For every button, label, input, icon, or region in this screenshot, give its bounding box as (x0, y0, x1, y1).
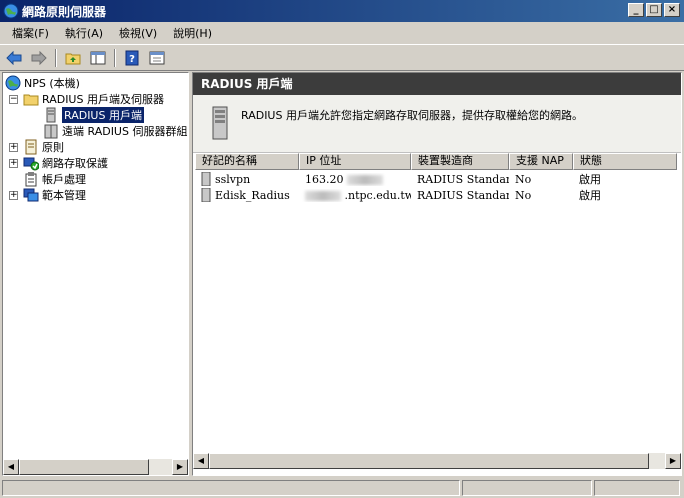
redacted-mark (347, 174, 383, 185)
tree-item-policies[interactable]: 原則 (23, 139, 64, 155)
status-panel-main (2, 480, 460, 496)
scroll-left-arrow-icon[interactable]: ◀ (3, 459, 19, 475)
tree-label: 範本管理 (42, 189, 86, 202)
template-management-icon (23, 188, 39, 202)
client-status: 啟用 (579, 173, 601, 186)
up-folder-icon (65, 53, 81, 64)
back-button[interactable] (3, 48, 25, 68)
tree-item-remote-radius-groups[interactable]: 遠端 RADIUS 伺服器群組 (43, 123, 187, 139)
tree-label: 帳戶處理 (42, 173, 86, 186)
tree-item-network-access-protection[interactable]: 網路存取保護 (23, 155, 108, 171)
properties-button[interactable] (146, 48, 168, 68)
tree-label: 遠端 RADIUS 伺服器群組 (62, 125, 188, 138)
server-icon (46, 107, 56, 123)
tree-item-accounting[interactable]: 帳戶處理 (23, 171, 86, 187)
maximize-button[interactable]: □ (646, 3, 662, 17)
tree-label: 網路存取保護 (42, 157, 108, 170)
status-bar (0, 478, 684, 498)
column-header-ip[interactable]: IP 位址 (299, 153, 411, 170)
policy-document-icon (25, 139, 37, 155)
nps-globe-icon (3, 3, 19, 19)
tree-label: 原則 (42, 141, 64, 154)
up-level-button[interactable] (62, 48, 84, 68)
menu-view[interactable]: 檢視(V) (111, 25, 165, 41)
tree-item-radius-clients[interactable]: RADIUS 用戶端 (43, 107, 144, 123)
help-button[interactable]: ? (121, 48, 143, 68)
menu-bar: 檔案(F) 執行(A) 檢視(V) 說明(H) (0, 22, 684, 44)
accounting-icon (25, 172, 37, 187)
window-title: 網路原則伺服器 (22, 4, 107, 19)
expand-toggle[interactable]: + (9, 143, 18, 152)
scroll-right-arrow-icon[interactable]: ▶ (172, 459, 188, 475)
folder-icon (23, 94, 39, 106)
tree-label: RADIUS 用戶端及伺服器 (42, 93, 164, 106)
results-pane: RADIUS 用戶端 RADIUS 用戶端允許您指定網路存取伺服器，提供存取權給… (192, 72, 682, 476)
title-bar: 網路原則伺服器 _ □ × (0, 0, 684, 22)
redacted-mark (305, 190, 341, 201)
svg-text:?: ? (129, 54, 135, 65)
column-header-nap[interactable]: 支援 NAP (509, 153, 573, 170)
server-icon (201, 172, 211, 186)
toolbar-separator (55, 48, 57, 67)
status-panel-tertiary (594, 480, 680, 496)
console-tree: NPS (本機) − RADIUS 用戶端及伺服器 RADIUS 用戶端 遠端 … (2, 72, 189, 476)
table-row[interactable]: Edisk_Radius .ntpc.edu.tw RADIUS Standar… (195, 187, 677, 203)
tree-item-templates[interactable]: 範本管理 (23, 187, 86, 203)
description-area: RADIUS 用戶端允許您指定網路存取伺服器，提供存取權給您的網路。 (193, 95, 681, 153)
back-arrow-icon (6, 50, 22, 65)
tree-label: NPS (本機) (24, 77, 80, 90)
client-nap: No (515, 188, 532, 202)
nps-globe-icon (5, 75, 21, 91)
scrollbar-thumb[interactable] (209, 453, 649, 469)
menu-file[interactable]: 檔案(F) (4, 25, 57, 41)
properties-icon (149, 51, 165, 64)
client-name: sslvpn (215, 172, 251, 186)
help-icon: ? (125, 50, 139, 65)
collapse-toggle[interactable]: − (9, 95, 18, 104)
network-protection-icon (23, 157, 39, 171)
tree-item-radius-group[interactable]: RADIUS 用戶端及伺服器 (23, 91, 164, 107)
list-horizontal-scrollbar[interactable]: ◀ ▶ (193, 453, 681, 469)
client-vendor: RADIUS Standard (417, 172, 509, 186)
tree-item-nps-root[interactable]: NPS (本機) (5, 75, 80, 91)
status-panel-secondary (462, 480, 592, 496)
toolbar: ? (0, 44, 684, 71)
forward-arrow-icon (31, 50, 47, 65)
server-icon (212, 106, 228, 140)
server-icon (201, 188, 211, 202)
scrollbar-thumb[interactable] (19, 459, 149, 475)
panel-description: RADIUS 用戶端允許您指定網路存取伺服器，提供存取權給您的網路。 (241, 109, 583, 122)
tree-horizontal-scrollbar[interactable]: ◀ ▶ (3, 459, 188, 475)
menu-help[interactable]: 說明(H) (165, 25, 220, 41)
close-button[interactable]: × (664, 3, 680, 17)
client-ip: .ntpc.edu.tw (344, 188, 412, 202)
client-nap: No (515, 172, 532, 186)
tree-label: RADIUS 用戶端 (62, 107, 144, 123)
client-vendor: RADIUS Standard (417, 188, 509, 202)
list-column-headers: 好記的名稱 IP 位址 裝置製造商 支援 NAP 狀態 (195, 153, 677, 170)
client-name: Edisk_Radius (215, 188, 290, 202)
scroll-right-arrow-icon[interactable]: ▶ (665, 453, 681, 469)
expand-toggle[interactable]: + (9, 191, 18, 200)
column-header-status[interactable]: 狀態 (573, 153, 677, 170)
show-hide-tree-button[interactable] (87, 48, 109, 68)
expand-toggle[interactable]: + (9, 159, 18, 168)
client-ip: 163.20 (305, 172, 344, 186)
menu-action[interactable]: 執行(A) (57, 25, 111, 41)
table-row[interactable]: sslvpn 163.20 RADIUS Standard No 啟用 (195, 171, 677, 187)
column-header-vendor[interactable]: 裝置製造商 (411, 153, 509, 170)
toolbar-separator (114, 48, 116, 67)
panel-header: RADIUS 用戶端 (193, 73, 681, 95)
column-header-name[interactable]: 好記的名稱 (195, 153, 299, 170)
minimize-button[interactable]: _ (628, 3, 644, 17)
client-status: 啟用 (579, 189, 601, 202)
forward-button[interactable] (28, 48, 50, 68)
show-hide-tree-icon (90, 51, 106, 64)
scroll-left-arrow-icon[interactable]: ◀ (193, 453, 209, 469)
server-group-icon (44, 124, 58, 139)
